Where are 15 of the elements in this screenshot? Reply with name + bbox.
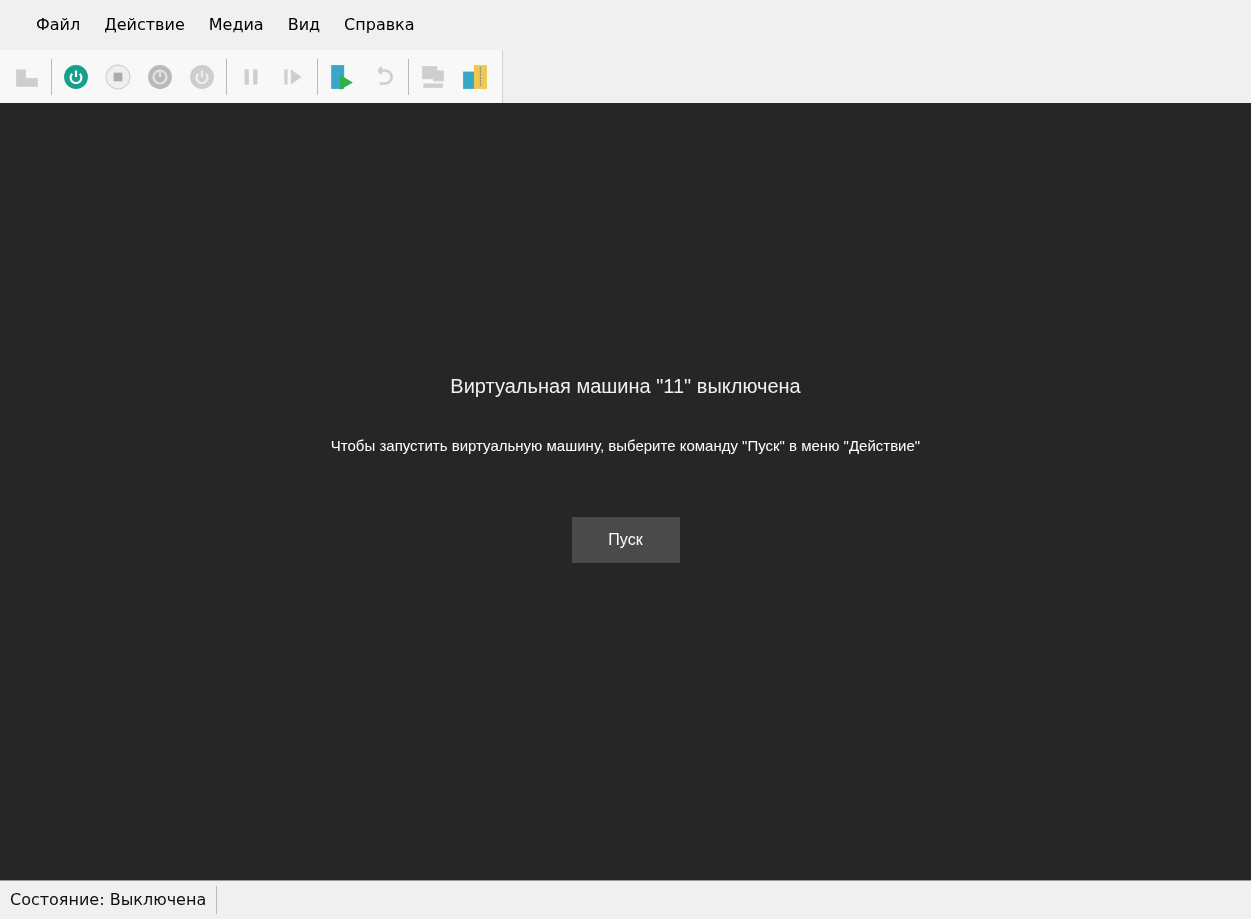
stop-icon <box>105 63 131 90</box>
power-icon <box>63 63 89 90</box>
vm-start-hint: Чтобы запустить виртуальную машину, выберите команду "Пуск" в меню "Действие" <box>330 436 921 456</box>
vm-state-title: Виртуальная машина "11" выключена <box>450 374 801 399</box>
server-play-icon <box>329 63 355 90</box>
status-text: Состояние: Выключена <box>0 886 218 914</box>
menu-item[interactable]: Вид <box>279 9 329 41</box>
computer-icon <box>420 63 446 90</box>
menu-item[interactable]: Справка <box>336 9 423 41</box>
circle-icon <box>147 63 173 90</box>
menu-item[interactable]: Действие <box>96 9 193 41</box>
menu-item[interactable]: Файл <box>28 9 89 41</box>
menu-item[interactable]: Медиа <box>200 9 272 41</box>
power-icon <box>189 63 215 90</box>
start-button[interactable]: Пуск <box>571 516 680 563</box>
